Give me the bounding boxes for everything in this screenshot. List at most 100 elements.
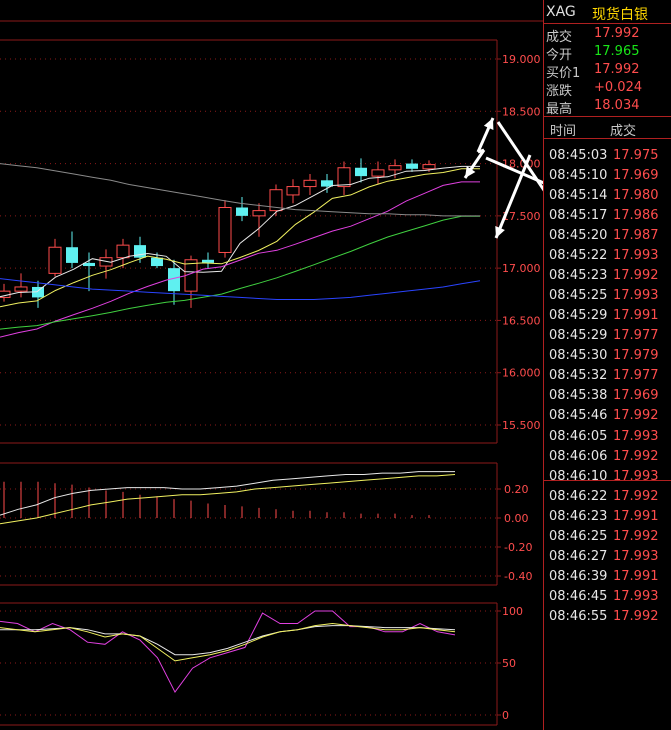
candle-body (355, 167, 367, 177)
y-tick-label: 17.000 (502, 262, 541, 275)
tick-row[interactable]: 08:45:10 17.969 (544, 166, 671, 186)
tick-time: 08:46:22 (549, 489, 608, 504)
tick-price: 17.969 (613, 388, 659, 403)
quote-value: 17.992 (594, 62, 640, 77)
tick-price: 17.992 (613, 449, 659, 464)
tick-price: 17.977 (613, 368, 659, 383)
y-tick-label: 0 (502, 709, 509, 722)
tick-time: 08:45:38 (549, 388, 608, 403)
candle-body (14, 286, 28, 292)
tick-row[interactable]: 08:46:27 17.993 (544, 547, 671, 567)
tick-price: 17.993 (613, 549, 659, 564)
tick-row[interactable]: 08:45:03 17.975 (544, 146, 671, 166)
tick-price: 17.992 (613, 268, 659, 283)
candle-body (303, 179, 317, 188)
tick-row[interactable]: 08:45:38 17.969 (544, 386, 671, 406)
tick-time: 08:46:27 (549, 549, 608, 564)
quote-row: 买价1 17.992 (544, 61, 671, 81)
tick-price: 17.987 (613, 228, 659, 243)
y-tick-label: -0.20 (504, 541, 532, 554)
tick-time: 08:45:14 (549, 188, 608, 203)
tick-price: 17.979 (613, 348, 659, 363)
tick-price: 17.975 (613, 148, 659, 163)
tick-row[interactable]: 08:46:06 17.992 (544, 447, 671, 467)
instrument-code: XAG (546, 4, 576, 20)
tick-time: 08:46:05 (549, 429, 608, 444)
tick-time: 08:45:29 (549, 328, 608, 343)
y-tick-label: 18.500 (502, 105, 541, 118)
kdj-line-j (0, 610, 456, 694)
tick-price: 17.993 (613, 288, 659, 303)
tick-row[interactable]: 08:46:25 17.992 (544, 527, 671, 547)
tick-price: 17.993 (613, 429, 659, 444)
quote-value: 17.992 (594, 26, 640, 41)
tick-row[interactable]: 08:45:22 17.993 (544, 246, 671, 266)
quote-row: 成交 17.992 (544, 25, 671, 45)
tick-row[interactable]: 08:45:25 17.993 (544, 286, 671, 306)
tick-time: 08:45:22 (549, 248, 608, 263)
tick-row[interactable]: 08:46:05 17.993 (544, 427, 671, 447)
y-tick-label: 19.000 (502, 53, 541, 66)
candle-body (388, 165, 402, 171)
ma-line-blue (0, 278, 481, 300)
tick-row[interactable]: 08:46:23 17.991 (544, 507, 671, 527)
tick-row[interactable]: 08:45:20 17.987 (544, 226, 671, 246)
tick-time: 08:46:45 (549, 589, 608, 604)
tick-time: 08:45:03 (549, 148, 608, 163)
tick-row[interactable]: 08:45:46 17.992 (544, 406, 671, 426)
y-tick-label: 15.500 (502, 419, 541, 432)
ticks-header-time: 时间 (550, 124, 577, 139)
tick-time: 08:46:55 (549, 609, 608, 624)
candle-body (406, 163, 418, 169)
tick-price: 17.980 (613, 188, 659, 203)
divider (544, 480, 671, 481)
tick-time: 08:45:29 (549, 308, 608, 323)
tick-price: 17.993 (613, 589, 659, 604)
tick-row[interactable]: 08:45:14 17.980 (544, 186, 671, 206)
y-tick-label: 16.000 (502, 367, 541, 380)
ticks-header-volume: 成交 (610, 124, 637, 139)
tick-time: 08:45:20 (549, 228, 608, 243)
chart-area[interactable]: 19.000 18.500 18.000 17.500 17.000 16.500 16.0… (0, 0, 543, 730)
tick-price: 17.977 (613, 328, 659, 343)
quote-label: 最高 (546, 102, 573, 117)
candle-body (48, 246, 62, 274)
tick-row[interactable]: 08:46:55 17.992 (544, 607, 671, 627)
arrow-annotation (477, 148, 485, 154)
tick-row[interactable]: 08:46:10 17.993 (544, 467, 671, 487)
quote-value: 18.034 (594, 98, 640, 113)
y-tick-label: 0.20 (504, 483, 529, 496)
tick-row[interactable]: 08:46:39 17.991 (544, 567, 671, 587)
tick-price: 17.991 (613, 569, 659, 584)
y-tick-label: 0.00 (504, 512, 529, 525)
instrument-name: 现货白银 (592, 7, 648, 23)
tick-time: 08:46:23 (549, 509, 608, 524)
instrument-header: XAG 现货白银 (544, 0, 671, 24)
tick-time: 08:45:30 (549, 348, 608, 363)
candle-body (66, 247, 78, 263)
chart-svg[interactable]: 19.00018.50018.00017.50017.00016.50016.0… (0, 0, 543, 730)
quote-row: 今开 17.965 (544, 43, 671, 63)
tick-price: 17.991 (613, 308, 659, 323)
tick-row[interactable]: 08:46:45 17.993 (544, 587, 671, 607)
tick-time: 08:45:10 (549, 168, 608, 183)
tick-row[interactable]: 08:45:29 17.991 (544, 306, 671, 326)
tick-time: 08:45:23 (549, 268, 608, 283)
tick-row[interactable]: 08:46:22 17.992 (544, 487, 671, 507)
tick-row[interactable]: 08:45:23 17.992 (544, 266, 671, 286)
candle-body (116, 244, 130, 259)
tick-row[interactable]: 08:45:30 17.979 (544, 346, 671, 366)
tick-row[interactable]: 08:45:32 17.977 (544, 366, 671, 386)
y-tick-label: 100 (502, 605, 523, 618)
tick-time: 08:45:25 (549, 288, 608, 303)
tick-row[interactable]: 08:45:29 17.977 (544, 326, 671, 346)
candle-body (218, 206, 232, 253)
quote-value: 17.965 (594, 44, 640, 59)
tick-time: 08:45:46 (549, 408, 608, 423)
candle-body (337, 167, 351, 188)
tick-row[interactable]: 08:45:17 17.986 (544, 206, 671, 226)
quote-value: +0.024 (594, 80, 643, 95)
tick-time: 08:46:10 (549, 469, 608, 484)
tick-time: 08:46:39 (549, 569, 608, 584)
quote-row: 涨跌 +0.024 (544, 79, 671, 99)
